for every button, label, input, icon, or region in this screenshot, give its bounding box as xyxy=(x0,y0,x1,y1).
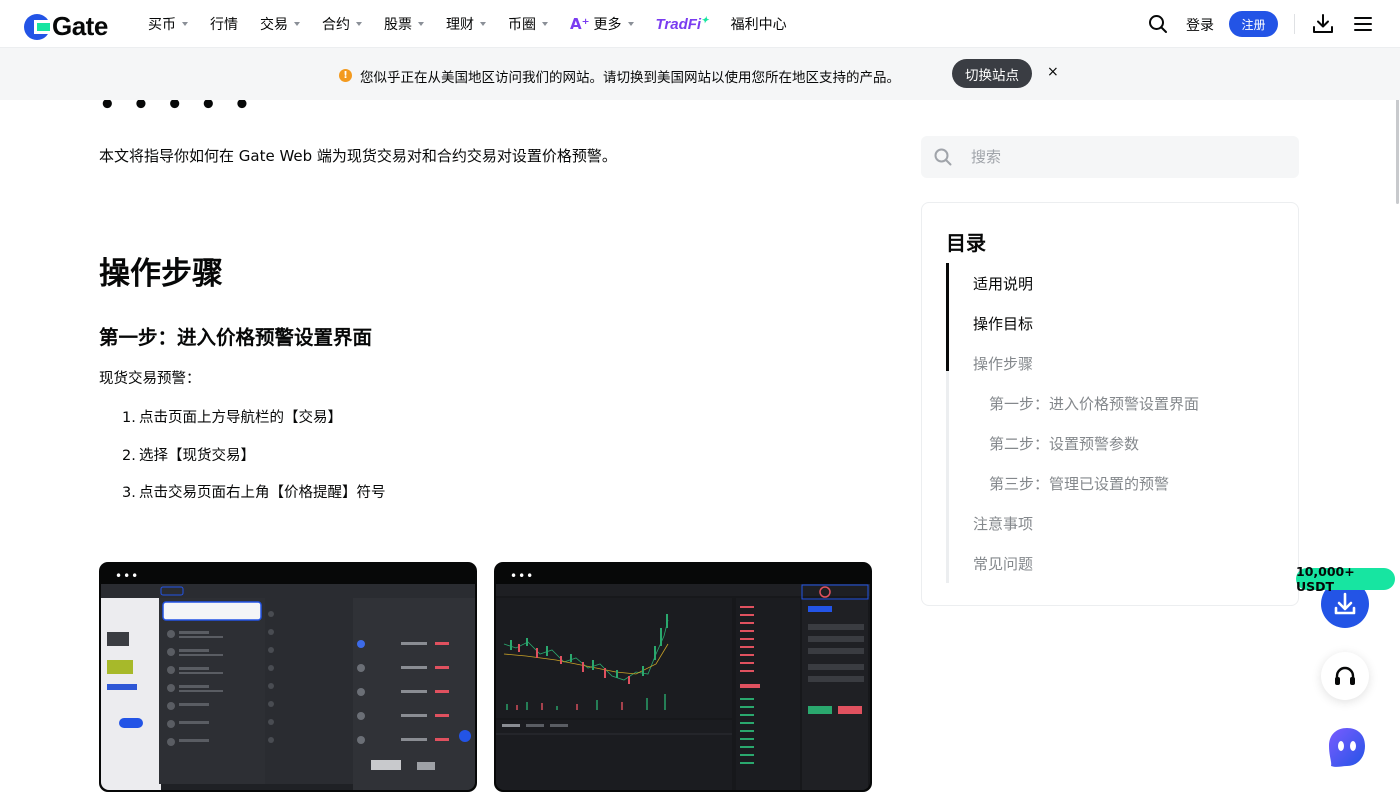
close-icon[interactable]: × xyxy=(1047,64,1059,80)
toc-item-applicability[interactable]: 适用说明 xyxy=(973,273,1033,294)
toc-item-step-two[interactable]: 第二步：设置预警参数 xyxy=(989,433,1139,454)
screenshot-trade-menu[interactable]: ••• xyxy=(99,562,477,792)
toc-active-indicator xyxy=(946,263,949,371)
toc-item-steps[interactable]: 操作步骤 xyxy=(973,353,1033,374)
logo-text: Gate xyxy=(52,11,108,41)
nav-label: 福利中心 xyxy=(730,17,787,33)
nav-item-welfare-center[interactable]: 福利中心 xyxy=(731,14,787,34)
region-notice-banner: ! 您似乎正在从美国地区访问我们的网站。请切换到美国网站以使用您所在地区支持的产… xyxy=(0,48,1400,100)
toc-item-objective[interactable]: 操作目标 xyxy=(973,313,1033,334)
nav-item-futures[interactable]: 合约 xyxy=(322,14,362,34)
sparkle-icon: ✦ xyxy=(701,15,709,25)
spot-alert-subheading: 现货交易预警： xyxy=(99,371,201,387)
nav-item-buy-crypto[interactable]: 买币 xyxy=(148,14,188,34)
warning-icon: ! xyxy=(339,69,352,82)
region-notice-text: 您似乎正在从美国地区访问我们的网站。请切换到美国网站以使用您所在地区支持的产品。 xyxy=(360,70,900,86)
nav-label: 买币 xyxy=(148,17,176,33)
step-one-heading: 第一步：进入价格预警设置界面 xyxy=(99,326,373,349)
clipped-heading-fragment: • • • • • xyxy=(99,100,255,120)
list-item: 1. 点击页面上方导航栏的【交易】 xyxy=(122,406,386,444)
nav-item-trade[interactable]: 交易 xyxy=(260,14,300,34)
toc-item-step-three[interactable]: 第三步：管理已设置的预警 xyxy=(989,473,1169,494)
chevron-down-icon xyxy=(356,22,362,26)
switch-site-button[interactable]: 切换站点 xyxy=(952,59,1032,88)
chevron-down-icon xyxy=(480,22,486,26)
chevron-down-icon xyxy=(542,22,548,26)
chevron-down-icon xyxy=(294,22,300,26)
nav-item-stocks[interactable]: 股票 xyxy=(384,14,424,34)
main-nav: 买币 行情 交易 合约 股票 理财 币圈 A⁺ 更多 TradFi✦ 福利中心 xyxy=(148,0,809,48)
tradfi-label: TradFi xyxy=(655,16,702,33)
list-item-text: 点击交易页面右上角【价格提醒】符号 xyxy=(139,485,386,501)
top-navigation-bar: Gate 买币 行情 交易 合约 股票 理财 币圈 A⁺ 更多 TradFi✦ 福… xyxy=(0,0,1400,48)
customer-support-button[interactable] xyxy=(1321,652,1369,700)
chevron-down-icon xyxy=(182,22,188,26)
nav-label: 行情 xyxy=(210,17,238,33)
nav-label: 更多 xyxy=(593,17,622,33)
list-item-text: 点击页面上方导航栏的【交易】 xyxy=(139,410,342,426)
search-icon[interactable] xyxy=(1148,14,1168,34)
screenshot-image xyxy=(101,584,475,790)
ai-icon: A⁺ xyxy=(570,15,590,33)
chevron-down-icon xyxy=(627,22,634,26)
trade-menu-illustration xyxy=(101,584,475,790)
search-input[interactable] xyxy=(971,136,1281,178)
list-item-number: 3. xyxy=(122,485,136,501)
list-item-number: 2. xyxy=(122,447,136,464)
list-item: 3. 点击交易页面右上角【价格提醒】符号 xyxy=(122,481,386,519)
page-scrollbar[interactable] xyxy=(1396,84,1399,204)
nav-item-tradfi[interactable]: TradFi✦ xyxy=(656,15,709,33)
nav-label: 股票 xyxy=(384,17,412,33)
window-dots: ••• xyxy=(115,569,140,583)
list-item-text: 选择【现货交易】 xyxy=(139,447,255,464)
headset-icon xyxy=(1335,666,1355,685)
gate-logo[interactable]: Gate xyxy=(24,11,108,42)
screenshot-image xyxy=(496,584,870,790)
toc-item-notes[interactable]: 注意事项 xyxy=(973,513,1033,534)
toc-item-faq[interactable]: 常见问题 xyxy=(973,553,1033,574)
nav-item-crypto-circle[interactable]: 币圈 xyxy=(508,14,548,34)
ai-assistant-icon[interactable] xyxy=(1323,724,1369,770)
toc-title: 目录 xyxy=(946,231,986,255)
chevron-down-icon xyxy=(418,22,424,26)
gate-logo-icon xyxy=(24,13,50,40)
nav-item-markets[interactable]: 行情 xyxy=(210,14,238,34)
article-intro: 本文将指导你如何在 Gate Web 端为现货交易对和合约交易对设置价格预警。 xyxy=(99,147,617,165)
hamburger-menu-icon[interactable] xyxy=(1354,15,1372,33)
section-heading-steps: 操作步骤 xyxy=(99,256,223,292)
nav-label: 合约 xyxy=(322,17,350,33)
download-icon[interactable] xyxy=(1312,13,1334,35)
list-item-number: 1. xyxy=(122,410,136,426)
step-list: 1. 点击页面上方导航栏的【交易】 2. 选择【现货交易】 3. 点击交易页面右上角【… xyxy=(122,406,386,519)
nav-item-more[interactable]: A⁺ 更多 xyxy=(570,14,634,34)
screenshot-trading-page[interactable]: ••• xyxy=(494,562,872,792)
trading-chart-illustration xyxy=(496,584,870,790)
search-icon xyxy=(934,148,952,166)
nav-label: 理财 xyxy=(446,17,474,33)
toc-item-step-one[interactable]: 第一步：进入价格预警设置界面 xyxy=(989,393,1199,414)
article-search-box xyxy=(921,136,1299,178)
table-of-contents: 目录 适用说明 操作目标 操作步骤 第一步：进入价格预警设置界面 第二步：设置预… xyxy=(921,202,1299,606)
divider xyxy=(1294,14,1295,34)
list-item: 2. 选择【现货交易】 xyxy=(122,444,386,482)
nav-label: 交易 xyxy=(260,17,288,33)
window-dots: ••• xyxy=(510,569,535,583)
login-link[interactable]: 登录 xyxy=(1186,15,1214,35)
nav-item-earn[interactable]: 理财 xyxy=(446,14,486,34)
reward-badge[interactable]: 10,000+ USDT xyxy=(1296,564,1395,594)
register-button[interactable]: 注册 xyxy=(1229,11,1278,37)
nav-label: 币圈 xyxy=(508,17,536,33)
